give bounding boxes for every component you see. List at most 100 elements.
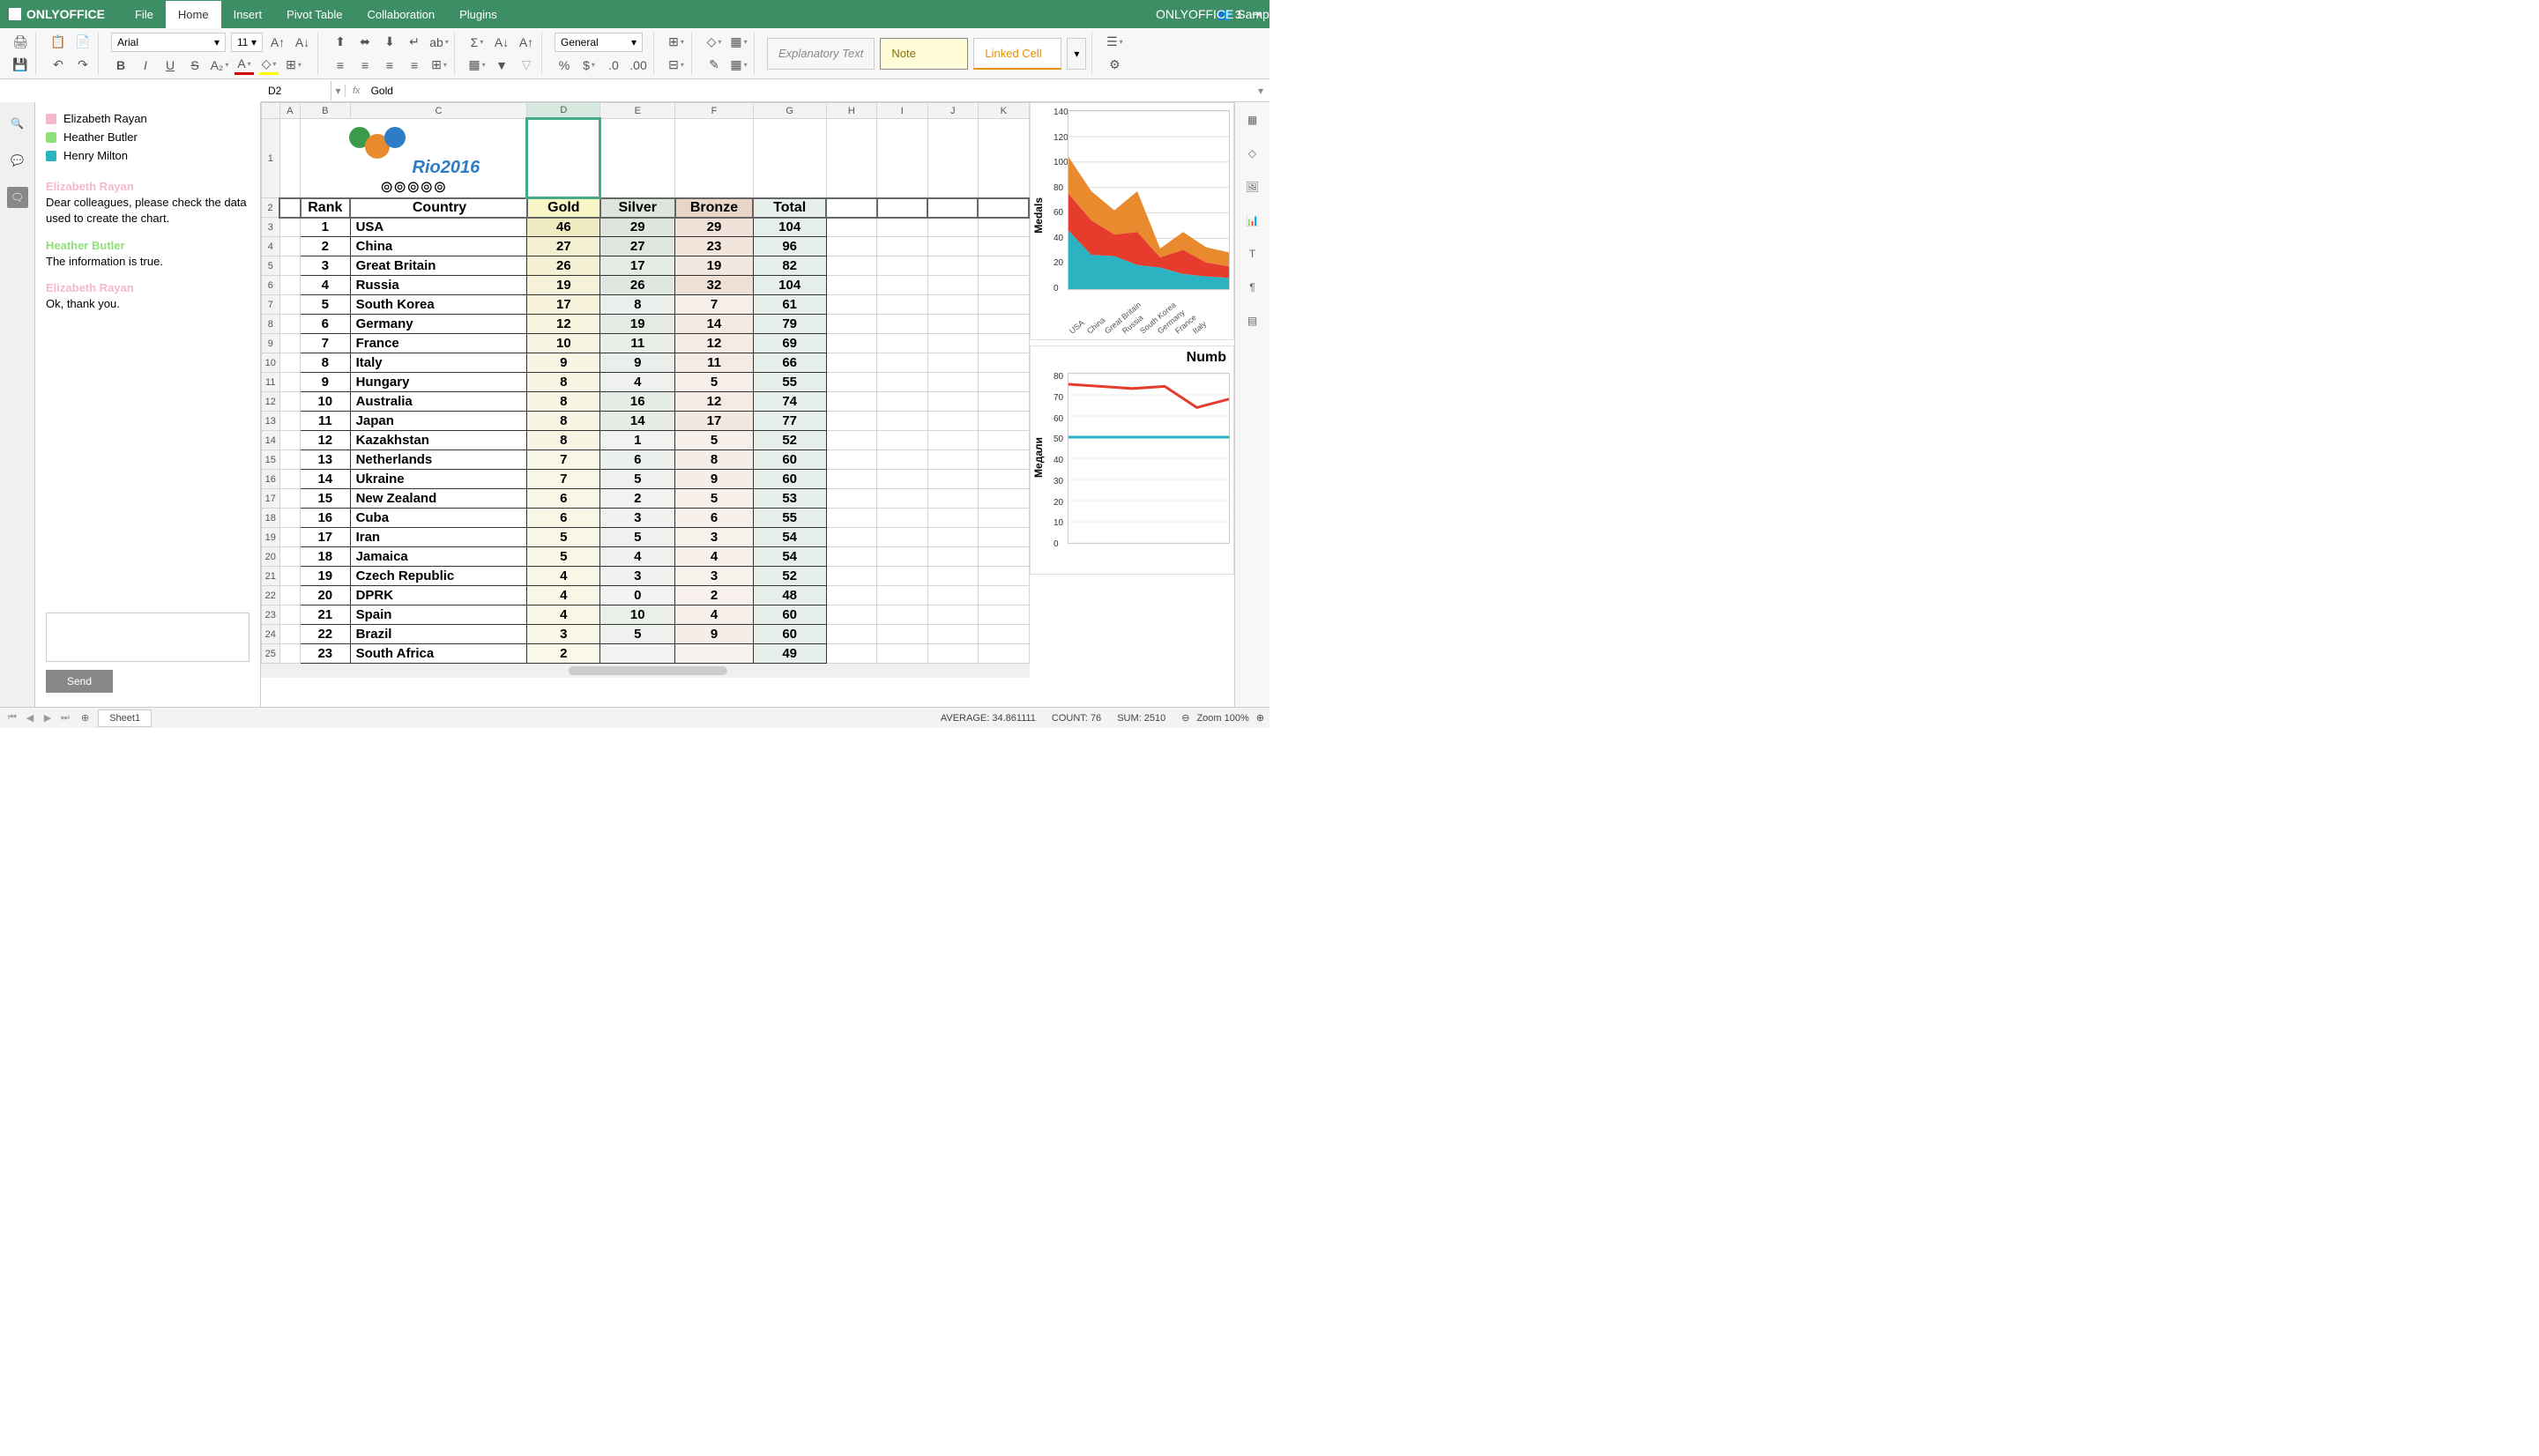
- column-header[interactable]: C: [350, 103, 527, 119]
- borders-button[interactable]: ⊞: [284, 56, 303, 75]
- paragraph-icon[interactable]: ¶: [1242, 277, 1263, 298]
- insert-cells-button[interactable]: ⊞: [666, 33, 686, 52]
- font-name-select[interactable]: Arial▾: [111, 33, 226, 52]
- row-header[interactable]: 10: [262, 353, 280, 373]
- search-icon[interactable]: 🔍: [7, 113, 28, 134]
- menu-tab-file[interactable]: File: [123, 1, 166, 28]
- row-header[interactable]: 1: [262, 119, 280, 198]
- settings-button[interactable]: ⚙: [1105, 56, 1124, 75]
- print-button[interactable]: 🖨: [11, 33, 30, 52]
- paste-button[interactable]: 📄: [73, 33, 93, 52]
- cell-settings-icon[interactable]: ▦: [1242, 109, 1263, 130]
- row-header[interactable]: 15: [262, 450, 280, 470]
- row-header[interactable]: 12: [262, 392, 280, 412]
- delete-cells-button[interactable]: ⊟: [666, 56, 686, 75]
- save-button[interactable]: 💾: [11, 56, 30, 75]
- italic-button[interactable]: I: [136, 56, 155, 75]
- sort-asc-button[interactable]: A↓: [492, 33, 511, 52]
- menu-tab-collaboration[interactable]: Collaboration: [354, 1, 447, 28]
- column-header[interactable]: E: [600, 103, 675, 119]
- row-header[interactable]: 11: [262, 373, 280, 392]
- align-top-button[interactable]: ⬆: [331, 33, 350, 52]
- fx-icon[interactable]: fx: [346, 85, 368, 96]
- named-range-button[interactable]: ▦: [467, 56, 487, 75]
- last-sheet-button[interactable]: ⏭: [58, 712, 72, 724]
- fill-color-button[interactable]: ◇: [259, 56, 279, 75]
- row-header[interactable]: 19: [262, 528, 280, 547]
- row-header[interactable]: 5: [262, 256, 280, 276]
- sum-button[interactable]: Σ: [467, 33, 487, 52]
- row-header[interactable]: 18: [262, 509, 280, 528]
- row-header[interactable]: 9: [262, 334, 280, 353]
- view-options-button[interactable]: ☰: [1105, 33, 1124, 52]
- currency-button[interactable]: $: [579, 56, 599, 75]
- medals-area-chart[interactable]: Medals 140120100806040200USAChinaGreat B…: [1030, 102, 1234, 340]
- number-format-select[interactable]: General▾: [555, 33, 643, 52]
- styles-dropdown[interactable]: ▾: [1067, 38, 1086, 70]
- column-header[interactable]: F: [675, 103, 753, 119]
- percent-button[interactable]: %: [555, 56, 574, 75]
- align-left-button[interactable]: ≡: [331, 56, 350, 75]
- cell-settings-button[interactable]: ▦: [729, 56, 748, 75]
- medals-line-chart[interactable]: Numb Медали 80706050403020100: [1030, 345, 1234, 575]
- name-box-dropdown[interactable]: ▾: [331, 85, 346, 97]
- sort-desc-button[interactable]: A↑: [517, 33, 536, 52]
- redo-button[interactable]: ↷: [73, 56, 93, 75]
- menu-tab-plugins[interactable]: Plugins: [447, 1, 510, 28]
- row-header[interactable]: 22: [262, 586, 280, 605]
- decrease-decimal-button[interactable]: .0: [604, 56, 623, 75]
- row-header[interactable]: 23: [262, 605, 280, 625]
- align-right-button[interactable]: ≡: [380, 56, 399, 75]
- add-sheet-button[interactable]: ⊕: [76, 712, 94, 724]
- wrap-text-button[interactable]: ↵: [405, 33, 424, 52]
- row-header[interactable]: 8: [262, 315, 280, 334]
- decrease-font-button[interactable]: A↓: [293, 33, 312, 52]
- row-header[interactable]: 13: [262, 412, 280, 431]
- next-sheet-button[interactable]: ▶: [41, 712, 55, 724]
- name-box[interactable]: D2: [261, 81, 331, 100]
- zoom-out-button[interactable]: ⊖: [1181, 712, 1189, 724]
- menu-tab-home[interactable]: Home: [166, 1, 221, 28]
- text-settings-icon[interactable]: T: [1242, 243, 1263, 264]
- column-header[interactable]: H: [826, 103, 876, 119]
- column-header[interactable]: K: [978, 103, 1029, 119]
- pivot-settings-icon[interactable]: ▤: [1242, 310, 1263, 331]
- format-painter-button[interactable]: ✎: [704, 56, 724, 75]
- first-sheet-button[interactable]: ⏮: [5, 712, 19, 724]
- menu-tab-insert[interactable]: Insert: [221, 1, 275, 28]
- column-header[interactable]: G: [753, 103, 826, 119]
- orientation-button[interactable]: ab: [429, 33, 449, 52]
- column-header[interactable]: A: [279, 103, 301, 119]
- column-header[interactable]: D: [527, 103, 600, 119]
- comments-icon[interactable]: 💬: [7, 150, 28, 171]
- subscript-button[interactable]: A₂: [210, 56, 229, 75]
- chat-input[interactable]: [46, 613, 249, 662]
- column-header[interactable]: B: [301, 103, 350, 119]
- horizontal-scrollbar[interactable]: [261, 664, 1030, 678]
- column-header[interactable]: J: [927, 103, 978, 119]
- font-size-select[interactable]: 11▾: [231, 33, 263, 52]
- menu-tab-pivot-table[interactable]: Pivot Table: [274, 1, 354, 28]
- row-header[interactable]: 24: [262, 625, 280, 644]
- row-header[interactable]: 16: [262, 470, 280, 489]
- row-header[interactable]: 4: [262, 237, 280, 256]
- justify-button[interactable]: ≡: [405, 56, 424, 75]
- merge-button[interactable]: ⊞: [429, 56, 449, 75]
- row-header[interactable]: 17: [262, 489, 280, 509]
- image-settings-icon[interactable]: 🖼: [1242, 176, 1263, 197]
- row-header[interactable]: 7: [262, 295, 280, 315]
- underline-button[interactable]: U: [160, 56, 180, 75]
- chat-icon[interactable]: 🗨: [7, 187, 28, 208]
- shape-settings-icon[interactable]: ◇: [1242, 143, 1263, 164]
- sheet-tab[interactable]: Sheet1: [98, 709, 152, 727]
- bold-button[interactable]: B: [111, 56, 130, 75]
- row-header[interactable]: 20: [262, 547, 280, 567]
- formula-expand[interactable]: ▾: [1252, 85, 1270, 97]
- row-header[interactable]: 21: [262, 567, 280, 586]
- align-middle-button[interactable]: ⬌: [355, 33, 375, 52]
- row-header[interactable]: 2: [262, 198, 280, 218]
- style-note[interactable]: Note: [880, 38, 968, 70]
- send-button[interactable]: Send: [46, 670, 113, 693]
- column-header[interactable]: I: [877, 103, 927, 119]
- font-color-button[interactable]: A: [235, 56, 254, 75]
